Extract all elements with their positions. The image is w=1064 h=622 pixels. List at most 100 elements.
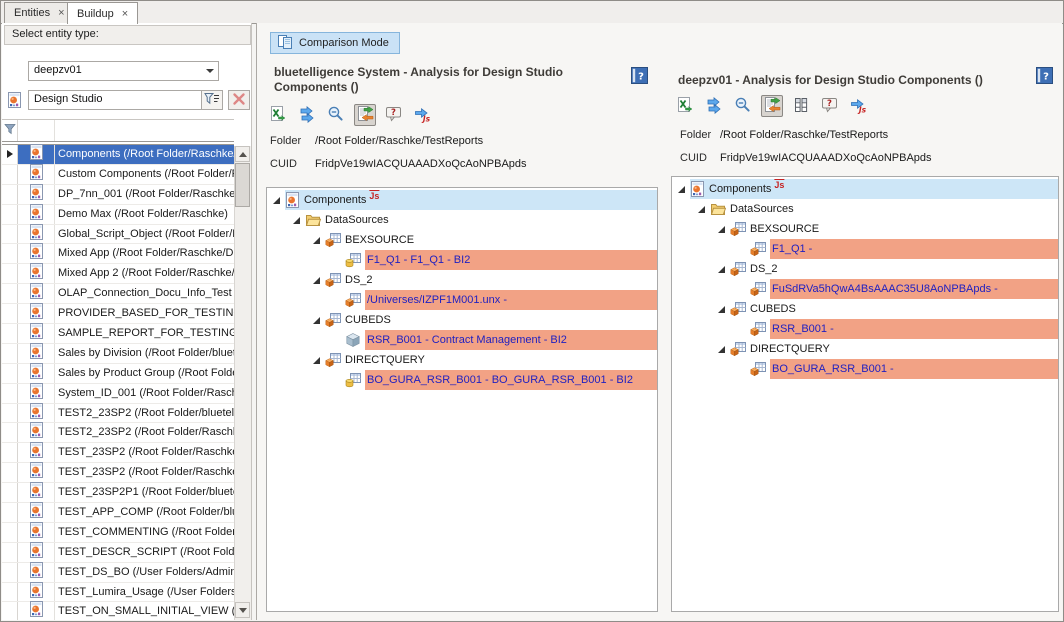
scrollbar-thumb[interactable] — [235, 163, 250, 207]
list-item[interactable]: TEST_DS_BO (/User Folders/Administ — [2, 563, 234, 583]
close-icon[interactable]: × — [122, 9, 128, 19]
transfer-button[interactable] — [703, 95, 725, 117]
system-select[interactable]: deepzv01 — [28, 61, 219, 81]
list-item[interactable]: Mixed App (/Root Folder/Raschke/De — [2, 244, 234, 264]
current-row-icon — [7, 150, 13, 158]
expander-icon[interactable] — [678, 186, 685, 193]
list-item[interactable]: Custom Components (/Root Folder/Ra — [2, 165, 234, 185]
tree-node[interactable]: ComponentsJs — [672, 179, 1058, 199]
filter-cell[interactable] — [18, 120, 55, 141]
list-item-label: TEST_COMMENTING (/Root Folder/bl — [55, 523, 234, 542]
entity-type-select[interactable]: Design Studio — [28, 90, 219, 110]
filter-row[interactable] — [2, 120, 234, 142]
list-item[interactable]: TEST_APP_COMP (/Root Folder/bluet — [2, 503, 234, 523]
zoom-out-button[interactable] — [732, 95, 754, 117]
tree-node[interactable]: DataSources — [267, 210, 657, 230]
right-toolbar: ? Js — [674, 95, 870, 117]
tree-node[interactable]: RSR_B001 - — [672, 319, 1058, 339]
scroll-down-button[interactable] — [235, 602, 250, 618]
tree-node[interactable]: DIRECTQUERY — [267, 350, 657, 370]
export-js-button[interactable]: Js — [412, 104, 434, 126]
tree-node[interactable]: BEXSOURCE — [672, 219, 1058, 239]
list-item[interactable]: TEST2_23SP2 (/Root Folder/Raschke, — [2, 423, 234, 443]
expander-icon[interactable] — [698, 206, 705, 213]
list-item[interactable]: Global_Script_Object (/Root Folder/R — [2, 225, 234, 245]
list-item[interactable]: SAMPLE_REPORT_FOR_TESTING_M ( — [2, 324, 234, 344]
tree-node[interactable]: DS_2 — [672, 259, 1058, 279]
tree-node[interactable]: ComponentsJs — [267, 190, 657, 210]
export-js-button[interactable]: Js — [848, 95, 870, 117]
cuid-value: FridpVe19wIACQUAAADXoQcAoNPBApds — [315, 158, 527, 170]
expander-icon[interactable] — [313, 357, 320, 364]
zoom-out-button[interactable] — [325, 104, 347, 126]
tree-node[interactable]: RSR_B001 - Contract Management - BI2 — [267, 330, 657, 350]
filter-cell[interactable] — [55, 120, 234, 141]
tree-node[interactable]: F1_Q1 - F1_Q1 - BI2 — [267, 250, 657, 270]
list-item[interactable]: Mixed App 2 (/Root Folder/Raschke/D — [2, 264, 234, 284]
list-item[interactable]: Sales by Division (/Root Folder/bluete — [2, 344, 234, 364]
export-excel-button[interactable] — [674, 95, 696, 117]
scrollbar[interactable] — [234, 146, 251, 620]
clear-filter-button[interactable] — [228, 90, 250, 110]
list-item[interactable]: Sales by Product Group (/Root Folder — [2, 364, 234, 384]
filter-button[interactable] — [201, 90, 223, 110]
expander-icon[interactable] — [718, 306, 725, 313]
zoom-out-icon — [327, 105, 345, 126]
datasource-icon — [750, 241, 766, 257]
tree-node[interactable]: DS_2 — [267, 270, 657, 290]
tree-node[interactable]: FuSdRVa5hQwA4BsAAAC35U8AoNPBApds - — [672, 279, 1058, 299]
list-item[interactable]: Demo Max (/Root Folder/Raschke) — [2, 205, 234, 225]
list-item[interactable]: TEST_ON_SMALL_INITIAL_VIEW (/Ro — [2, 602, 234, 620]
tab-entities[interactable]: Entities × — [4, 2, 75, 23]
row-icon-cell — [18, 145, 55, 164]
expander-icon[interactable] — [313, 237, 320, 244]
cube3d-icon — [345, 332, 361, 348]
expander-icon[interactable] — [293, 217, 300, 224]
help-button[interactable]: ? — [631, 67, 648, 84]
list-item[interactable]: TEST_23SP2 (/Root Folder/Raschke/L — [2, 463, 234, 483]
compare-button[interactable] — [761, 95, 783, 117]
comment-question-button[interactable]: ? — [383, 104, 405, 126]
list-item[interactable]: TEST_Lumira_Usage (/User Folders/A — [2, 583, 234, 603]
list-item-label: TEST_23SP2 (/Root Folder/Raschke/D — [55, 443, 234, 462]
tree-node[interactable]: BO_GURA_RSR_B001 - BO_GURA_RSR_B001 - BI… — [267, 370, 657, 390]
compare-button[interactable] — [354, 104, 376, 126]
comment-question-button[interactable]: ? — [819, 95, 841, 117]
tree-node[interactable]: CUBEDS — [267, 310, 657, 330]
tree-node[interactable]: F1_Q1 - — [672, 239, 1058, 259]
list-item[interactable]: PROVIDER_BASED_FOR_TESTING (/F — [2, 304, 234, 324]
export-excel-button[interactable] — [267, 104, 289, 126]
list-item[interactable]: System_ID_001 (/Root Folder/Raschk — [2, 384, 234, 404]
expander-icon[interactable] — [718, 346, 725, 353]
scroll-up-button[interactable] — [235, 146, 250, 162]
tree-node[interactable]: BEXSOURCE — [267, 230, 657, 250]
list-item[interactable]: TEST_COMMENTING (/Root Folder/bl — [2, 523, 234, 543]
design-studio-icon — [29, 482, 44, 503]
row-icon-cell — [18, 483, 55, 502]
list-item[interactable]: TEST_DESCR_SCRIPT (/Root Folder/R — [2, 543, 234, 563]
expander-icon[interactable] — [273, 197, 280, 204]
close-icon[interactable]: × — [58, 8, 64, 18]
expander-icon[interactable] — [313, 277, 320, 284]
expander-icon[interactable] — [718, 226, 725, 233]
row-gutter — [2, 543, 18, 562]
list-item[interactable]: TEST2_23SP2 (/Root Folder/bluetellig — [2, 404, 234, 424]
chevron-down-icon[interactable] — [206, 69, 214, 73]
tree-node[interactable]: CUBEDS — [672, 299, 1058, 319]
list-item[interactable]: TEST_23SP2P1 (/Root Folder/bluetelli — [2, 483, 234, 503]
comparison-mode-button[interactable]: Comparison Mode — [270, 32, 400, 54]
tree-node[interactable]: BO_GURA_RSR_B001 - — [672, 359, 1058, 379]
list-item[interactable]: TEST_23SP2 (/Root Folder/Raschke/D — [2, 443, 234, 463]
tree-node[interactable]: DIRECTQUERY — [672, 339, 1058, 359]
list-item[interactable]: DP_7nn_001 (/Root Folder/Raschke/T — [2, 185, 234, 205]
expander-icon[interactable] — [313, 317, 320, 324]
columns-button[interactable] — [790, 95, 812, 117]
tree-node[interactable]: DataSources — [672, 199, 1058, 219]
list-item[interactable]: Components (/Root Folder/Raschke/T — [2, 145, 234, 165]
tree-node[interactable]: /Universes/IZPF1M001.unx - — [267, 290, 657, 310]
help-button[interactable]: ? — [1036, 67, 1053, 84]
tab-buildup[interactable]: Buildup × — [67, 2, 138, 24]
transfer-button[interactable] — [296, 104, 318, 126]
list-item[interactable]: OLAP_Connection_Docu_Info_Test (/ — [2, 284, 234, 304]
expander-icon[interactable] — [718, 266, 725, 273]
